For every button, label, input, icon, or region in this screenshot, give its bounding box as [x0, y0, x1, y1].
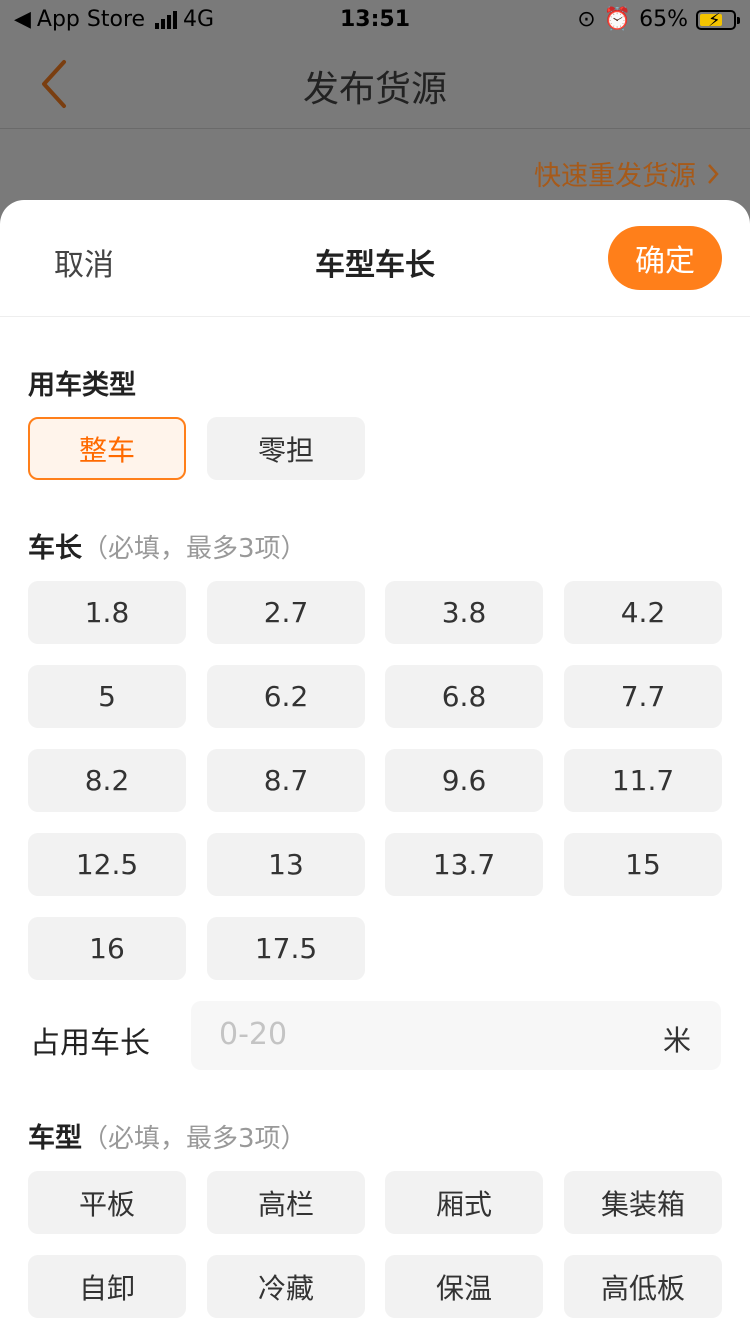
length-chip[interactable]: 7.7: [564, 665, 722, 728]
vehicle-type-hint: （必填，最多3项）: [82, 1124, 307, 1154]
nav-bar: 发布货源: [0, 40, 750, 129]
length-label-text: 车长: [28, 533, 82, 564]
vehicle-type-chip[interactable]: 高栏: [207, 1171, 365, 1234]
alarm-icon: ⏰: [603, 7, 632, 32]
length-chip[interactable]: 11.7: [564, 749, 722, 812]
length-chip[interactable]: 8.7: [207, 749, 365, 812]
length-chip[interactable]: 4.2: [564, 581, 722, 644]
use-type-label: 用车类型: [28, 370, 136, 401]
occupy-length-unit: 米: [662, 1024, 691, 1057]
quick-resend-label: 快速重发货源: [534, 161, 696, 192]
page-title: 发布货源: [302, 69, 447, 110]
length-chip[interactable]: 17.5: [207, 917, 365, 980]
confirm-button[interactable]: 确定: [608, 226, 722, 290]
occupy-length-label: 占用车长: [30, 1026, 150, 1061]
length-label: 车长（必填，最多3项）: [28, 526, 307, 565]
battery-icon: ⚡: [696, 9, 740, 31]
vehicle-type-chip[interactable]: 冷藏: [207, 1255, 365, 1318]
vehicle-type-chip[interactable]: 高低板: [564, 1255, 722, 1318]
occupy-length-input[interactable]: 0-20 米: [191, 1001, 721, 1070]
rotation-lock-icon: ⊙: [577, 7, 596, 32]
length-chip[interactable]: 3.8: [385, 581, 543, 644]
status-bar: ◀ App Store 4G 13:51 ⊙ ⏰ 65% ⚡: [0, 0, 750, 40]
vehicle-picker-sheet: 取消 车型车长 确定 用车类型 整车 零担 车长（必填，最多3项） 1.8 2.7 3…: [0, 200, 750, 1334]
vehicle-type-chip[interactable]: 厢式: [385, 1171, 543, 1234]
length-chip[interactable]: 15: [564, 833, 722, 896]
length-chip[interactable]: 5: [28, 665, 186, 728]
vehicle-type-chip[interactable]: 集装箱: [564, 1171, 722, 1234]
occupy-length-placeholder: 0-20: [219, 1017, 288, 1052]
vehicle-type-label-text: 车型: [28, 1123, 82, 1154]
use-type-chip[interactable]: 零担: [207, 417, 365, 480]
vehicle-type-chip[interactable]: 自卸: [28, 1255, 186, 1318]
vehicle-type-chip[interactable]: 平板: [28, 1171, 186, 1234]
length-chip[interactable]: 6.2: [207, 665, 365, 728]
length-chip[interactable]: 13: [207, 833, 365, 896]
length-chip[interactable]: 1.8: [28, 581, 186, 644]
length-chip[interactable]: 6.8: [385, 665, 543, 728]
vehicle-type-chip[interactable]: 保温: [385, 1255, 543, 1318]
chevron-right-icon: [708, 163, 719, 184]
use-type-chip[interactable]: 整车: [28, 417, 186, 480]
quick-resend-link[interactable]: 快速重发货源: [534, 154, 720, 193]
length-chip[interactable]: 13.7: [385, 833, 543, 896]
length-chip[interactable]: 2.7: [207, 581, 365, 644]
length-hint: （必填，最多3项）: [82, 534, 307, 564]
length-chip[interactable]: 9.6: [385, 749, 543, 812]
sheet-header: 取消 车型车长 确定: [0, 200, 750, 317]
vehicle-type-label: 车型（必填，最多3项）: [28, 1116, 307, 1155]
length-chip[interactable]: 8.2: [28, 749, 186, 812]
battery-percent: 65%: [639, 7, 688, 32]
length-chip[interactable]: 16: [28, 917, 186, 980]
length-chip[interactable]: 12.5: [28, 833, 186, 896]
